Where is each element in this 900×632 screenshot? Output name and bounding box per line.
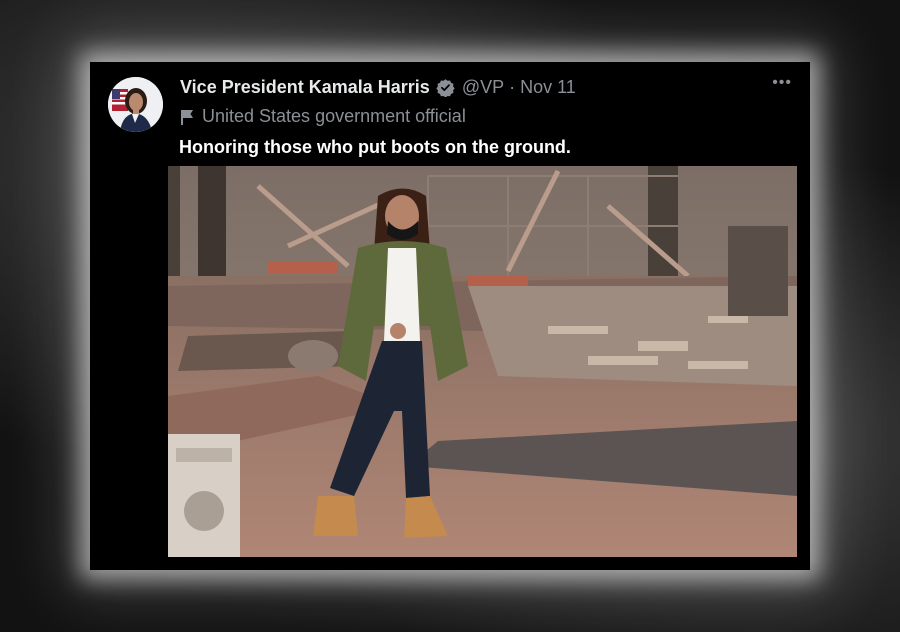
tweet-text: Honoring those who put boots on the grou… (179, 137, 571, 157)
tweet-photo[interactable] (168, 166, 797, 557)
tweet-header: Vice President Kamala Harris @VP · Nov 1… (180, 77, 576, 98)
avatar-photo (108, 77, 163, 132)
flag-icon (180, 109, 194, 125)
avatar[interactable] (108, 77, 163, 132)
tweet-date[interactable]: Nov 11 (520, 77, 576, 98)
more-options-icon[interactable]: ••• (772, 74, 792, 92)
header-separator: · (509, 77, 516, 97)
verified-badge-icon (436, 78, 455, 97)
affiliation-label: United States government official (180, 106, 466, 127)
tweet-card: Vice President Kamala Harris @VP · Nov 1… (90, 62, 810, 570)
fire-scene-photo (168, 166, 797, 557)
affiliation-text: United States government official (202, 106, 466, 126)
author-handle[interactable]: @VP (462, 77, 504, 98)
author-name[interactable]: Vice President Kamala Harris (180, 77, 430, 98)
